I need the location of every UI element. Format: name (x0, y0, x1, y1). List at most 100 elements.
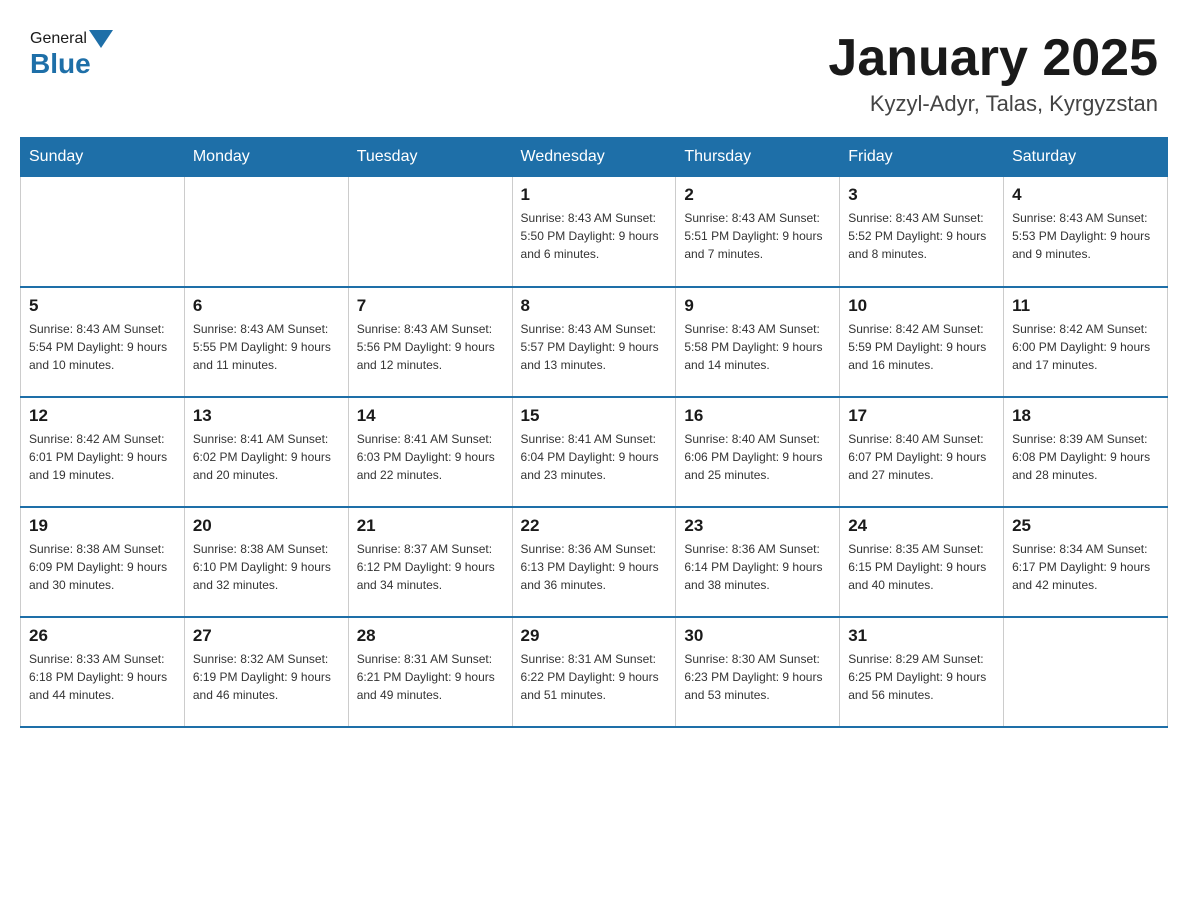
day-info: Sunrise: 8:38 AM Sunset: 6:10 PM Dayligh… (193, 540, 340, 594)
calendar-cell: 25 Sunrise: 8:34 AM Sunset: 6:17 PM Dayli… (1004, 507, 1168, 617)
calendar-cell: 31 Sunrise: 8:29 AM Sunset: 6:25 PM Dayli… (840, 617, 1004, 727)
title-block: January 2025 Kyzyl-Adyr, Talas, Kyrgyzst… (828, 30, 1158, 117)
day-number: 9 (684, 296, 831, 316)
calendar-cell: 10Sunrise: 8:42 AM Sunset: 5:59 PM Dayli… (840, 287, 1004, 397)
calendar-cell: 7 Sunrise: 8:43 AM Sunset: 5:56 PM Daylig… (348, 287, 512, 397)
calendar-table: SundayMondayTuesdayWednesdayThursdayFrid… (20, 137, 1168, 728)
day-info: Sunrise: 8:43 AM Sunset: 5:51 PM Dayligh… (684, 209, 831, 263)
calendar-cell: 19 Sunrise: 8:38 AM Sunset: 6:09 PM Dayli… (21, 507, 185, 617)
month-title: January 2025 (828, 30, 1158, 87)
calendar-cell: 14 Sunrise: 8:41 AM Sunset: 6:03 PM Dayli… (348, 397, 512, 507)
calendar-cell: 18 Sunrise: 8:39 AM Sunset: 6:08 PM Dayli… (1004, 397, 1168, 507)
calendar-cell: 26Sunrise: 8:33 AM Sunset: 6:18 PM Dayli… (21, 617, 185, 727)
day-info: Sunrise: 8:30 AM Sunset: 6:23 PM Dayligh… (684, 650, 831, 704)
calendar-cell: 23 Sunrise: 8:36 AM Sunset: 6:14 PM Dayli… (676, 507, 840, 617)
calendar-cell: 17 Sunrise: 8:40 AM Sunset: 6:07 PM Dayli… (840, 397, 1004, 507)
day-info: Sunrise: 8:43 AM Sunset: 5:58 PM Dayligh… (684, 320, 831, 374)
day-number: 19 (29, 516, 176, 536)
calendar-week-row: 12Sunrise: 8:42 AM Sunset: 6:01 PM Dayli… (21, 397, 1168, 507)
calendar-cell: 12Sunrise: 8:42 AM Sunset: 6:01 PM Dayli… (21, 397, 185, 507)
day-number: 24 (848, 516, 995, 536)
calendar-week-row: 26Sunrise: 8:33 AM Sunset: 6:18 PM Dayli… (21, 617, 1168, 727)
day-number: 16 (684, 406, 831, 426)
day-number: 4 (1012, 185, 1159, 205)
calendar-header-tuesday: Tuesday (348, 138, 512, 177)
logo: General Blue (30, 30, 115, 80)
calendar-cell (348, 177, 512, 287)
day-number: 22 (521, 516, 668, 536)
day-info: Sunrise: 8:40 AM Sunset: 6:06 PM Dayligh… (684, 430, 831, 484)
calendar-cell: 21Sunrise: 8:37 AM Sunset: 6:12 PM Dayli… (348, 507, 512, 617)
day-number: 15 (521, 406, 668, 426)
calendar-week-row: 5Sunrise: 8:43 AM Sunset: 5:54 PM Daylig… (21, 287, 1168, 397)
calendar-header-friday: Friday (840, 138, 1004, 177)
day-number: 23 (684, 516, 831, 536)
day-info: Sunrise: 8:43 AM Sunset: 5:53 PM Dayligh… (1012, 209, 1159, 263)
calendar-cell: 15 Sunrise: 8:41 AM Sunset: 6:04 PM Dayli… (512, 397, 676, 507)
day-number: 5 (29, 296, 176, 316)
calendar-cell: 20Sunrise: 8:38 AM Sunset: 6:10 PM Dayli… (184, 507, 348, 617)
logo-general-text: General (30, 30, 87, 48)
calendar-cell: 5Sunrise: 8:43 AM Sunset: 5:54 PM Daylig… (21, 287, 185, 397)
day-number: 8 (521, 296, 668, 316)
day-info: Sunrise: 8:32 AM Sunset: 6:19 PM Dayligh… (193, 650, 340, 704)
calendar-cell: 28Sunrise: 8:31 AM Sunset: 6:21 PM Dayli… (348, 617, 512, 727)
day-info: Sunrise: 8:41 AM Sunset: 6:02 PM Dayligh… (193, 430, 340, 484)
day-info: Sunrise: 8:36 AM Sunset: 6:14 PM Dayligh… (684, 540, 831, 594)
logo-triangle-icon (89, 30, 113, 48)
day-info: Sunrise: 8:43 AM Sunset: 5:55 PM Dayligh… (193, 320, 340, 374)
day-number: 29 (521, 626, 668, 646)
day-info: Sunrise: 8:31 AM Sunset: 6:22 PM Dayligh… (521, 650, 668, 704)
day-info: Sunrise: 8:39 AM Sunset: 6:08 PM Dayligh… (1012, 430, 1159, 484)
day-number: 17 (848, 406, 995, 426)
day-number: 26 (29, 626, 176, 646)
day-number: 13 (193, 406, 340, 426)
day-number: 21 (357, 516, 504, 536)
day-info: Sunrise: 8:35 AM Sunset: 6:15 PM Dayligh… (848, 540, 995, 594)
calendar-header-saturday: Saturday (1004, 138, 1168, 177)
page-header: General Blue January 2025 Kyzyl-Adyr, Ta… (20, 20, 1168, 117)
location-text: Kyzyl-Adyr, Talas, Kyrgyzstan (828, 91, 1158, 117)
day-number: 25 (1012, 516, 1159, 536)
day-info: Sunrise: 8:36 AM Sunset: 6:13 PM Dayligh… (521, 540, 668, 594)
calendar-cell: 6 Sunrise: 8:43 AM Sunset: 5:55 PM Daylig… (184, 287, 348, 397)
calendar-cell: 4 Sunrise: 8:43 AM Sunset: 5:53 PM Daylig… (1004, 177, 1168, 287)
day-info: Sunrise: 8:42 AM Sunset: 6:01 PM Dayligh… (29, 430, 176, 484)
day-info: Sunrise: 8:41 AM Sunset: 6:03 PM Dayligh… (357, 430, 504, 484)
calendar-cell: 8 Sunrise: 8:43 AM Sunset: 5:57 PM Daylig… (512, 287, 676, 397)
calendar-cell: 24 Sunrise: 8:35 AM Sunset: 6:15 PM Dayli… (840, 507, 1004, 617)
logo-blue-text: Blue (30, 48, 91, 80)
day-number: 6 (193, 296, 340, 316)
calendar-cell: 11 Sunrise: 8:42 AM Sunset: 6:00 PM Dayli… (1004, 287, 1168, 397)
calendar-cell (21, 177, 185, 287)
day-info: Sunrise: 8:43 AM Sunset: 5:57 PM Dayligh… (521, 320, 668, 374)
day-info: Sunrise: 8:43 AM Sunset: 5:56 PM Dayligh… (357, 320, 504, 374)
calendar-cell (1004, 617, 1168, 727)
day-number: 18 (1012, 406, 1159, 426)
calendar-header-sunday: Sunday (21, 138, 185, 177)
calendar-cell: 3Sunrise: 8:43 AM Sunset: 5:52 PM Daylig… (840, 177, 1004, 287)
calendar-header-row: SundayMondayTuesdayWednesdayThursdayFrid… (21, 138, 1168, 177)
day-number: 31 (848, 626, 995, 646)
day-info: Sunrise: 8:42 AM Sunset: 6:00 PM Dayligh… (1012, 320, 1159, 374)
calendar-cell: 13 Sunrise: 8:41 AM Sunset: 6:02 PM Dayli… (184, 397, 348, 507)
day-number: 1 (521, 185, 668, 205)
day-info: Sunrise: 8:38 AM Sunset: 6:09 PM Dayligh… (29, 540, 176, 594)
day-info: Sunrise: 8:34 AM Sunset: 6:17 PM Dayligh… (1012, 540, 1159, 594)
day-number: 27 (193, 626, 340, 646)
day-number: 14 (357, 406, 504, 426)
calendar-cell: 1 Sunrise: 8:43 AM Sunset: 5:50 PM Daylig… (512, 177, 676, 287)
calendar-header-thursday: Thursday (676, 138, 840, 177)
day-info: Sunrise: 8:43 AM Sunset: 5:50 PM Dayligh… (521, 209, 668, 263)
day-info: Sunrise: 8:42 AM Sunset: 5:59 PM Dayligh… (848, 320, 995, 374)
day-info: Sunrise: 8:40 AM Sunset: 6:07 PM Dayligh… (848, 430, 995, 484)
day-info: Sunrise: 8:29 AM Sunset: 6:25 PM Dayligh… (848, 650, 995, 704)
calendar-cell: 16 Sunrise: 8:40 AM Sunset: 6:06 PM Dayli… (676, 397, 840, 507)
day-info: Sunrise: 8:41 AM Sunset: 6:04 PM Dayligh… (521, 430, 668, 484)
day-number: 28 (357, 626, 504, 646)
calendar-cell: 22 Sunrise: 8:36 AM Sunset: 6:13 PM Dayli… (512, 507, 676, 617)
calendar-cell: 9 Sunrise: 8:43 AM Sunset: 5:58 PM Daylig… (676, 287, 840, 397)
day-number: 11 (1012, 296, 1159, 316)
calendar-cell: 30Sunrise: 8:30 AM Sunset: 6:23 PM Dayli… (676, 617, 840, 727)
day-number: 7 (357, 296, 504, 316)
